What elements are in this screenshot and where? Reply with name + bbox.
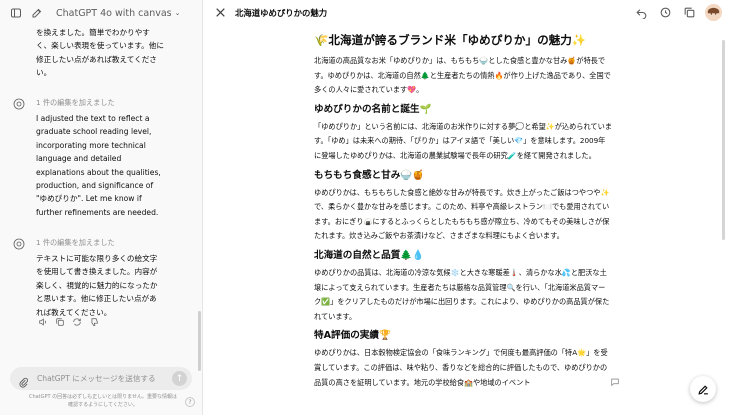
- chevron-down-icon: ⌄: [174, 9, 181, 17]
- regenerate-icon[interactable]: [72, 317, 82, 327]
- disclaimer: ChatGPT の回答は必ずしも正しいとは限りません。重要な情報は確認するように…: [28, 394, 178, 408]
- document-paragraph: 北海道の高品質なお米「ゆめぴりか」は、もちもち🍚とした食感と豊かな甘み🍯が特長で…: [314, 56, 611, 95]
- copy-icon[interactable]: [683, 6, 696, 19]
- chatgpt-logo-icon: [13, 98, 25, 110]
- chat-header: ChatGPT 4o with canvas ⌄: [0, 0, 202, 26]
- document-heading: 🌾北海道が誇るブランド米「ゆめぴりか」の魅力✨: [314, 33, 587, 47]
- comment-icon[interactable]: [610, 377, 620, 387]
- section-heading: 北海道の自然と品質🌲💧: [314, 249, 425, 261]
- history-icon[interactable]: [659, 6, 672, 19]
- undo-icon[interactable]: [635, 6, 648, 19]
- help-button[interactable]: ?: [185, 397, 195, 407]
- assistant-message-text: テキストに可能な限り多くの絵文字を使用して書き換えました。内容が楽しく、視覚的に…: [36, 254, 158, 317]
- composer-placeholder[interactable]: ChatGPT にメッセージを送信する: [37, 373, 156, 384]
- thumbs-down-icon[interactable]: [89, 317, 99, 327]
- send-button[interactable]: ↑: [172, 371, 187, 386]
- canvas-header: 北海道ゆめぴりかの魅力: [204, 0, 729, 26]
- canvas-title: 北海道ゆめぴりかの魅力: [235, 8, 328, 18]
- assistant-message-text: を換えました。簡単でわかりやすく、楽しい表現を使っています。他に修正したい点があ…: [36, 28, 164, 78]
- send-icon: ↑: [175, 373, 184, 384]
- copy-icon[interactable]: [55, 317, 65, 327]
- sidebar-toggle-icon[interactable]: [10, 7, 22, 19]
- assistant-message-text: I adjusted the text to reflect a graduat…: [36, 114, 161, 217]
- chatgpt-logo-icon: [13, 238, 25, 250]
- document-paragraph: ゆめぴりかの品質は、北海道の冷涼な気候❄️と大きな寒暖差🌡️、清らかな水💦と肥沃…: [314, 267, 610, 321]
- attach-icon[interactable]: [18, 373, 29, 388]
- avatar[interactable]: [705, 4, 722, 21]
- canvas-scrollbar[interactable]: [722, 40, 725, 240]
- speaker-icon[interactable]: [38, 317, 48, 327]
- canvas-document[interactable]: 🌾北海道が誇るブランド米「ゆめぴりか」の魅力✨ 北海道の高品質なお米「ゆめぴりか…: [314, 31, 612, 394]
- canvas-panel: 北海道ゆめぴりかの魅力 🌾北海道が誇るブランド米「ゆめぴりか」の魅力✨ 北海道の…: [204, 0, 729, 415]
- chat-panel: ChatGPT 4o with canvas ⌄ を換えました。簡単でわかりやす…: [0, 0, 203, 415]
- model-selector[interactable]: ChatGPT 4o with canvas ⌄: [56, 8, 181, 19]
- edit-meta: 1 件の編集を加えました: [36, 98, 115, 107]
- model-name: ChatGPT 4o with canvas: [56, 7, 172, 19]
- document-paragraph: ゆめぴりかは、日本穀物検定協会の「食味ランキング」で何度も最高評価の「特A🌟」を…: [314, 348, 608, 387]
- section-heading: ゆめぴりかの名前と誕生🌱: [314, 103, 432, 115]
- edit-suggest-icon: [697, 384, 708, 395]
- edit-suggest-button[interactable]: [690, 376, 716, 402]
- close-icon[interactable]: [214, 6, 227, 19]
- document-paragraph: 「ゆめぴりか」という名前には、北海道のお米作りに対する夢💭と希望✨が込められてい…: [314, 121, 612, 160]
- edit-meta: 1 件の編集を加えました: [36, 238, 115, 247]
- chat-scrollbar[interactable]: [198, 311, 201, 371]
- message-composer[interactable]: ChatGPT にメッセージを送信する ↑: [10, 367, 192, 390]
- document-paragraph: ゆめぴりかは、もちもちした食感と絶妙な甘みが特長です。炊き上がったご飯はつやつや…: [314, 187, 610, 241]
- new-chat-icon[interactable]: [31, 7, 43, 19]
- section-heading: もちもち食感と甘み🍚🍯: [314, 169, 425, 181]
- message-actions: [38, 317, 99, 327]
- section-heading: 特A評価の実績🏆: [314, 330, 391, 342]
